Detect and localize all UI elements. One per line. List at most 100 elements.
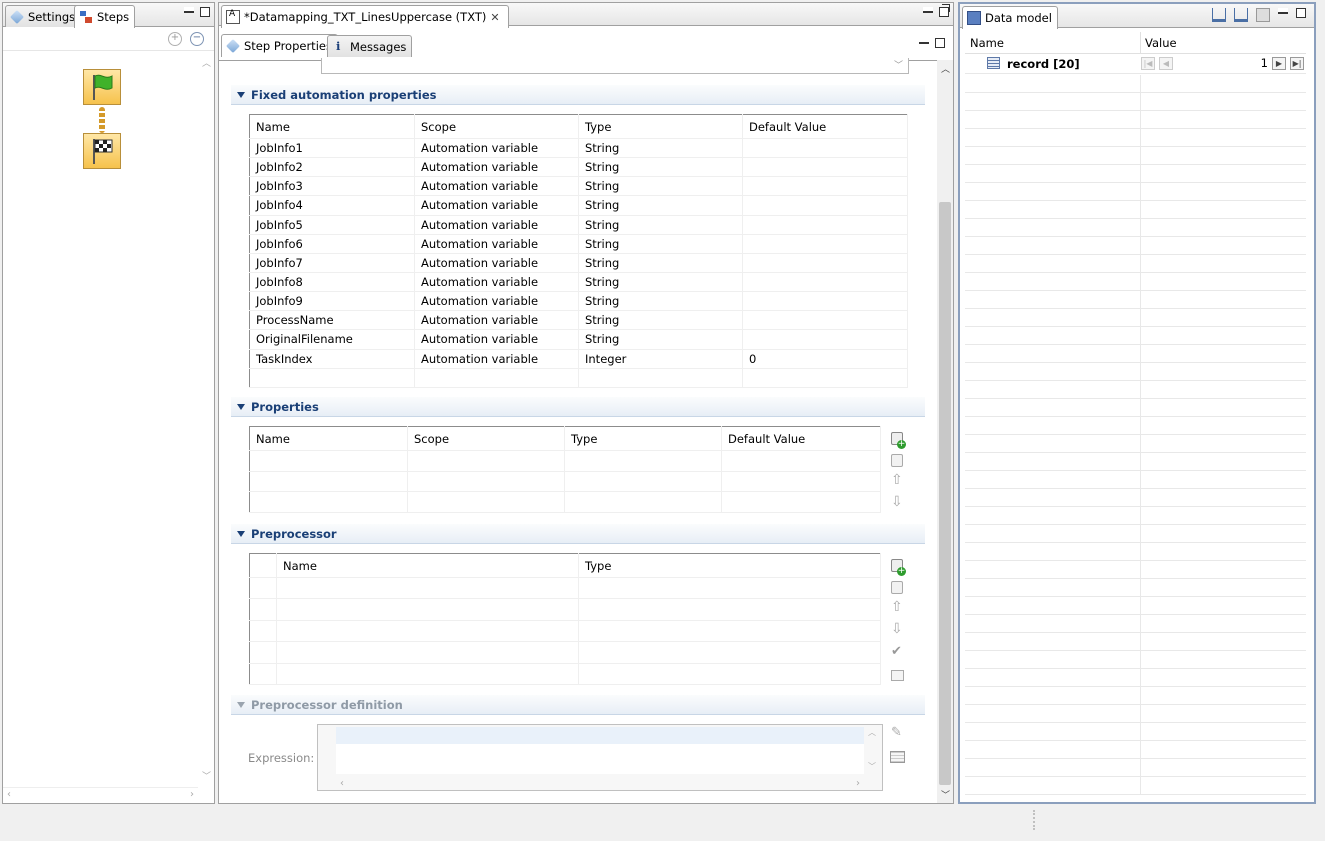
table-cell: Automation variable [414,310,579,331]
scrolled-combo-field[interactable]: ﹀ [321,58,909,74]
table-row[interactable] [249,663,881,686]
list-item [965,759,1306,777]
tab-steps[interactable]: Steps [74,5,136,28]
scrollbar-thumb[interactable] [939,202,951,785]
move-up-icon[interactable] [889,472,905,490]
table-row[interactable] [249,577,881,600]
tab-datamapping[interactable]: *Datamapping_TXT_LinesUppercase (TXT) ✕ [221,5,509,28]
remove-property-icon[interactable] [889,452,905,468]
table-row[interactable]: JobInfo4 Automation variable String [249,195,908,216]
table-row[interactable] [249,491,881,513]
list-item [965,219,1306,237]
section-fixed-automation-properties[interactable]: Fixed automation properties [231,85,925,105]
tab-settings[interactable]: Settings [5,5,82,27]
table-cell: String [578,329,743,350]
list-item [965,633,1306,651]
table-cell: String [578,157,743,178]
table-row[interactable] [249,620,881,643]
table-row[interactable]: JobInfo5 Automation variable String [249,215,908,235]
table-row[interactable]: TaskIndex Automation variable Integer 0 [249,349,908,369]
section-properties[interactable]: Properties [231,397,925,417]
expression-editor[interactable]: ︿ ﹀ ‹ › [317,724,883,791]
table-cell: String [578,291,743,312]
record-row[interactable]: record [20] |◀ ◀ 1 ▶ ▶| [965,54,1306,74]
table-row[interactable]: JobInfo1 Automation variable String [249,138,908,159]
end-step-icon[interactable] [83,133,121,169]
table-row[interactable] [249,641,881,664]
minimize-button[interactable] [919,38,929,44]
remove-preprocessor-icon[interactable] [889,579,905,595]
table-row[interactable]: JobInfo3 Automation variable String [249,176,908,197]
table-row[interactable]: JobInfo8 Automation variable String [249,272,908,293]
close-icon[interactable]: ✕ [490,11,499,24]
tag-icon [10,9,24,24]
column-header[interactable]: Value [1145,36,1177,50]
layout-icon[interactable] [1256,8,1270,22]
table-row[interactable]: OriginalFilename Automation variable Strin… [249,329,908,350]
table-cell: Automation variable [414,215,579,235]
data-model-panel: Data model Name Value record [20] |◀ ◀ 1… [958,2,1316,804]
column-header[interactable]: Default Value [721,426,881,451]
editor-vertical-scrollbar[interactable]: ︿ ﹀ [937,60,953,803]
table-row[interactable] [249,368,908,389]
check-icon[interactable] [889,644,905,661]
tab-messages[interactable]: Messages [327,35,413,57]
next-record-button[interactable]: ▶ [1272,57,1286,70]
column-header[interactable]: Type [578,114,743,139]
section-preprocessor[interactable]: Preprocessor [231,524,925,544]
add-preprocessor-icon[interactable] [889,557,906,576]
add-property-icon[interactable] [889,430,906,449]
collapse-icon [237,530,245,537]
column-header[interactable]: Name [249,114,415,139]
maximize-button[interactable] [935,38,945,48]
minimize-button[interactable] [1278,8,1288,14]
table-cell: String [578,176,743,197]
table-row[interactable]: JobInfo6 Automation variable String [249,234,908,254]
move-down-icon[interactable] [889,494,905,512]
zoom-in-icon[interactable]: + [168,32,182,46]
start-step-icon[interactable] [83,69,121,105]
minimize-button[interactable] [184,7,194,13]
left-horizontal-scrollbar[interactable]: ‹ › [3,787,198,803]
import-icon[interactable] [1212,8,1226,22]
table-row[interactable]: JobInfo9 Automation variable String [249,291,908,312]
column-header[interactable]: Default Value [742,114,908,139]
export-icon[interactable] [1234,8,1248,22]
last-record-button[interactable]: ▶| [1290,57,1304,70]
column-header[interactable]: Type [564,426,722,451]
left-vertical-scrollbar[interactable]: ︿ ﹀ [198,52,214,786]
zoom-out-icon[interactable]: − [190,32,204,46]
maximize-button[interactable] [200,7,210,17]
column-header[interactable]: Type [578,553,881,578]
move-up-icon[interactable] [889,599,905,617]
table-row[interactable] [249,598,881,621]
table-row[interactable] [249,450,881,472]
table-row[interactable] [249,471,881,493]
table-row[interactable]: ProcessName Automation variable String [249,310,908,331]
info-icon [332,39,346,54]
section-preprocessor-definition[interactable]: Preprocessor definition [231,695,925,715]
zoom-toolbar: + − [3,29,214,51]
restore-button[interactable] [939,4,950,17]
table-row[interactable]: JobInfo2 Automation variable String [249,157,908,178]
list-item [965,345,1306,363]
column-header[interactable]: Name [970,36,1004,50]
export-icon[interactable] [889,667,905,683]
table-row[interactable]: JobInfo7 Automation variable String [249,253,908,273]
maximize-button[interactable] [1296,8,1306,18]
column-header[interactable]: Name [249,426,408,451]
tab-data-model[interactable]: Data model [962,6,1058,29]
table-icon[interactable] [889,748,905,764]
list-item [965,561,1306,579]
move-down-icon[interactable] [889,621,905,639]
table-cell: String [578,215,743,235]
first-record-button[interactable]: |◀ [1141,57,1155,70]
record-index[interactable]: 1 [1261,56,1268,70]
column-header[interactable]: Scope [414,114,579,139]
column-header[interactable]: Scope [407,426,565,451]
previous-record-button[interactable]: ◀ [1159,57,1173,70]
minimize-button[interactable] [923,7,933,13]
tab-step-properties[interactable]: Step Properties [221,34,338,57]
edit-expression-icon[interactable] [889,725,905,742]
column-header[interactable]: Name [276,553,579,578]
